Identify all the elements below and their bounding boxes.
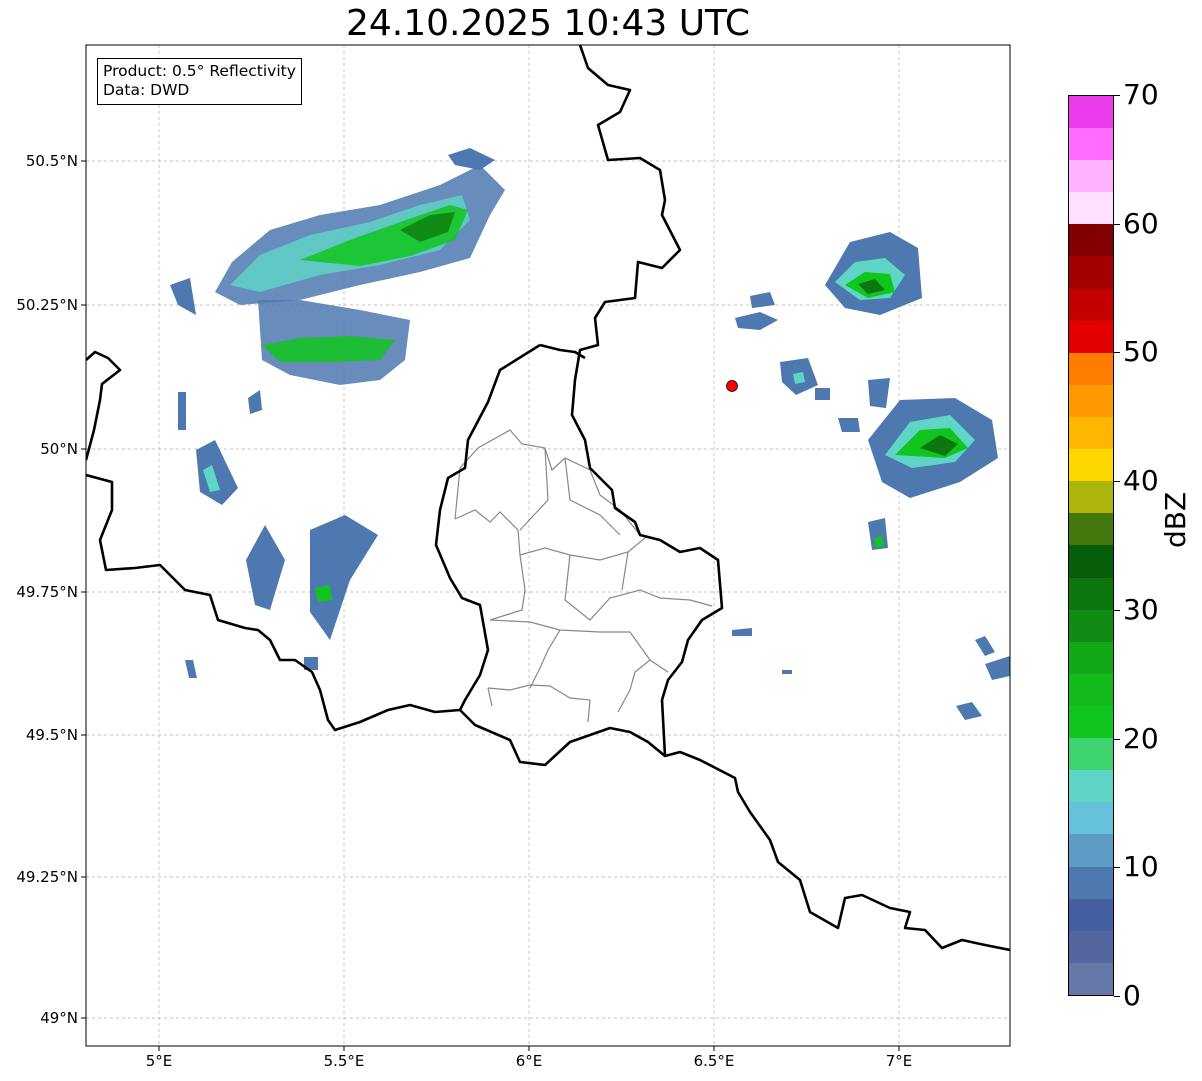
echo-w-4 <box>178 392 186 430</box>
cbar-tick-50 <box>1114 352 1120 353</box>
echo-e-3 <box>735 312 778 330</box>
lon-label-6-5: 6.5°E <box>693 1052 735 1070</box>
cbar-label-60: 60 <box>1123 207 1159 240</box>
colorbar-segment <box>1069 898 1113 931</box>
colorbar-segment <box>1069 513 1113 546</box>
echo-e-9 <box>975 636 995 656</box>
cbar-label-50: 50 <box>1123 335 1159 368</box>
colorbar-segment <box>1069 641 1113 674</box>
cbar-label-40: 40 <box>1123 464 1159 497</box>
cbar-tick-60 <box>1114 224 1120 225</box>
colorbar-segment <box>1069 866 1113 899</box>
cbar-tick-70 <box>1114 95 1120 96</box>
radar-map <box>81 44 1011 1051</box>
colorbar <box>1068 95 1114 996</box>
colorbar-segment <box>1069 192 1113 225</box>
colorbar-segment <box>1069 95 1113 129</box>
cbar-tick-10 <box>1114 867 1120 868</box>
lon-label-6: 6°E <box>515 1052 543 1070</box>
lat-label-49-25: 49.25°N <box>16 868 78 886</box>
cbar-tick-0 <box>1114 996 1120 997</box>
colorbar-segment <box>1069 706 1113 739</box>
lat-label-50-25: 50.25°N <box>16 296 78 314</box>
colorbar-segment <box>1069 417 1113 450</box>
radar-echoes <box>170 148 1010 720</box>
colorbar-segment <box>1069 128 1113 161</box>
lon-label-5: 5°E <box>145 1052 173 1070</box>
echo-e-5-core <box>793 372 805 384</box>
lat-label-50: 50°N <box>40 440 78 458</box>
colorbar-segment <box>1069 962 1113 995</box>
lon-label-5-5: 5.5°E <box>323 1052 365 1070</box>
colorbar-segment <box>1069 481 1113 514</box>
lat-label-50-5: 50.5°N <box>25 152 78 170</box>
district-boundaries <box>454 429 713 723</box>
colorbar-segment <box>1069 160 1113 193</box>
echo-e-11 <box>956 702 982 720</box>
lat-label-49-75: 49.75°N <box>16 583 78 601</box>
colorbar-unit-label: dBZ <box>1159 491 1192 548</box>
cbar-label-20: 20 <box>1123 722 1159 755</box>
info-data-source: Data: DWD <box>103 81 190 99</box>
echo-w-1 <box>196 440 238 505</box>
axis-ticks <box>81 160 900 1051</box>
lat-label-49-5: 49.5°N <box>25 726 78 744</box>
cbar-tick-40 <box>1114 481 1120 482</box>
colorbar-segment <box>1069 352 1113 385</box>
colorbar-segment <box>1069 673 1113 707</box>
colorbar-segment <box>1069 384 1113 418</box>
colorbar-segment <box>1069 802 1113 835</box>
info-product: Product: 0.5° Reflectivity <box>103 62 296 80</box>
colorbar-segment <box>1069 738 1113 771</box>
echo-w-3-core <box>315 585 332 602</box>
cbar-label-0: 0 <box>1123 979 1141 1012</box>
colorbar-segment <box>1069 930 1113 963</box>
echo-e-13 <box>782 670 792 674</box>
colorbar-segment <box>1069 545 1113 578</box>
echo-e-14 <box>815 388 830 400</box>
echo-e-6 <box>838 418 860 432</box>
colorbar-segment <box>1069 834 1113 867</box>
echo-e-12 <box>732 628 752 636</box>
radar-site-marker <box>726 380 738 392</box>
echo-nw-left <box>170 278 196 315</box>
echo-nw-small-top <box>448 148 495 170</box>
colorbar-segment <box>1069 449 1113 482</box>
colorbar-segment <box>1069 577 1113 610</box>
colorbar-segment <box>1069 256 1113 289</box>
colorbar-segment <box>1069 288 1113 321</box>
cbar-tick-30 <box>1114 610 1120 611</box>
lon-label-7: 7°E <box>885 1052 913 1070</box>
echo-w-2 <box>246 525 285 610</box>
colorbar-segment <box>1069 609 1113 642</box>
cbar-label-10: 10 <box>1123 850 1159 883</box>
echo-e-10 <box>985 656 1010 680</box>
echo-e-7 <box>868 378 890 408</box>
info-box: Product: 0.5° Reflectivity Data: DWD <box>97 58 302 105</box>
lat-label-49: 49°N <box>40 1009 78 1027</box>
cbar-label-30: 30 <box>1123 593 1159 626</box>
cbar-tick-20 <box>1114 739 1120 740</box>
colorbar-segment <box>1069 320 1113 353</box>
colorbar-segment <box>1069 224 1113 257</box>
echo-w-5 <box>248 390 262 414</box>
cbar-label-70: 70 <box>1123 78 1159 111</box>
echo-e-4 <box>750 292 775 308</box>
echo-w-6 <box>185 660 197 678</box>
colorbar-segment <box>1069 770 1113 803</box>
